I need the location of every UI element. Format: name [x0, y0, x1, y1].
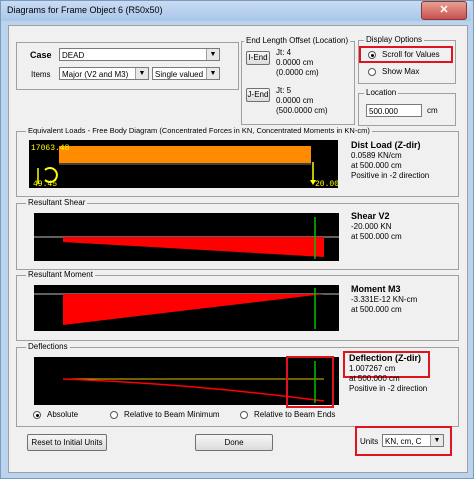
- shear-info: Shear V2 -20.000 KN at 500.000 cm: [351, 211, 402, 242]
- end-offset-title: End Length Offset (Location): [244, 36, 351, 46]
- j-end-joint: Jt: 5: [276, 86, 292, 95]
- j-end-offset: 0.0000 cm: [276, 96, 314, 105]
- free-body-diagram: 17063.48 49.45 20.00: [29, 140, 338, 188]
- moment-title: Resultant Moment: [26, 270, 95, 280]
- i-end-offset: 0.0000 cm: [276, 58, 314, 67]
- deflections-title: Deflections: [26, 342, 70, 352]
- moment-at: at 500.000 cm: [351, 305, 402, 314]
- shear-area: [63, 237, 324, 257]
- j-end-button[interactable]: J-End: [246, 88, 270, 102]
- distributed-load-bar: [59, 146, 311, 163]
- deflection-value: 1.007267 cm: [349, 364, 396, 373]
- items-select-value: Major (V2 and M3): [62, 70, 129, 79]
- units-select-value: KN, cm, C: [385, 437, 422, 446]
- deflection-note: Positive in -2 direction: [349, 384, 428, 393]
- relative-ends-label: Relative to Beam Ends: [254, 410, 336, 419]
- title-bar[interactable]: Diagrams for Frame Object 6 (R50x50): [1, 1, 471, 21]
- j-end-location: (500.0000 cm): [276, 106, 328, 115]
- i-end-joint: Jt: 4: [276, 48, 292, 57]
- close-button[interactable]: ✕: [421, 1, 467, 20]
- dist-load-value: 0.0589 KN/cm: [351, 151, 402, 160]
- location-title: Location: [364, 88, 399, 98]
- shear-diagram: [34, 213, 339, 261]
- units-select[interactable]: KN, cm, C ▼: [382, 434, 444, 447]
- i-end-button[interactable]: I-End: [246, 51, 270, 65]
- relative-min-label: Relative to Beam Minimum: [124, 410, 220, 419]
- location-input[interactable]: 500.000: [366, 104, 422, 117]
- moment-info: Moment M3 -3.331E-12 KN-cm at 500.000 cm: [351, 284, 417, 315]
- dist-load-heading: Dist Load (Z-dir): [351, 140, 421, 150]
- reset-units-button[interactable]: Reset to Initial Units: [27, 434, 107, 451]
- case-select[interactable]: DEAD ▼: [59, 48, 220, 61]
- equivalent-loads-title: Equivalent Loads - Free Body Diagram (Co…: [26, 126, 372, 136]
- show-max-radio[interactable]: [368, 68, 376, 76]
- shear-heading: Shear V2: [351, 211, 390, 221]
- window-title: Diagrams for Frame Object 6 (R50x50): [7, 5, 163, 15]
- scroll-values-radio[interactable]: [368, 51, 376, 59]
- right-force-value: 20.00: [315, 180, 338, 188]
- chevron-down-icon: ▼: [206, 68, 219, 79]
- moment-value: -3.331E-12 KN-cm: [351, 295, 418, 304]
- shear-at: at 500.000 cm: [351, 232, 402, 241]
- location-unit: cm: [427, 106, 438, 115]
- display-options-title: Display Options: [364, 35, 425, 45]
- absolute-radio[interactable]: [33, 411, 41, 419]
- chevron-down-icon: ▼: [430, 435, 443, 446]
- deflection-info: Deflection (Z-dir) 1.007267 cm at 500.00…: [349, 353, 427, 394]
- moment-diagram: [34, 285, 339, 331]
- shear-value: -20.000 KN: [351, 222, 392, 231]
- left-force-value: 49.45: [33, 180, 57, 188]
- value-mode-select[interactable]: Single valued ▼: [152, 67, 220, 80]
- value-mode-select-value: Single valued: [155, 70, 204, 79]
- left-moment-value: 17063.48: [31, 144, 70, 153]
- items-label: Items: [31, 70, 51, 79]
- units-label: Units: [360, 437, 379, 446]
- i-end-location: (0.0000 cm): [276, 68, 319, 77]
- show-max-label: Show Max: [382, 67, 420, 76]
- shear-title: Resultant Shear: [26, 198, 88, 208]
- case-select-value: DEAD: [62, 51, 85, 60]
- highlight-box: [286, 356, 334, 408]
- moment-area: [63, 294, 324, 325]
- absolute-label: Absolute: [47, 410, 79, 419]
- dist-load-at: at 500.000 cm: [351, 161, 402, 170]
- deflection-heading: Deflection (Z-dir): [349, 353, 421, 363]
- scroll-values-label: Scroll for Values: [382, 50, 440, 59]
- done-button[interactable]: Done: [195, 434, 273, 451]
- dist-load-info: Dist Load (Z-dir) 0.0589 KN/cm at 500.00…: [351, 140, 429, 181]
- items-select[interactable]: Major (V2 and M3) ▼: [59, 67, 149, 80]
- case-label: Case: [30, 50, 52, 60]
- deflection-at: at 500.000 cm: [349, 374, 400, 383]
- deflected-shape: [62, 378, 325, 402]
- relative-ends-radio[interactable]: [240, 411, 248, 419]
- moment-heading: Moment M3: [351, 284, 401, 294]
- relative-min-radio[interactable]: [110, 411, 118, 419]
- chevron-down-icon: ▼: [206, 49, 219, 60]
- dist-load-note: Positive in -2 direction: [351, 171, 430, 180]
- chevron-down-icon: ▼: [135, 68, 148, 79]
